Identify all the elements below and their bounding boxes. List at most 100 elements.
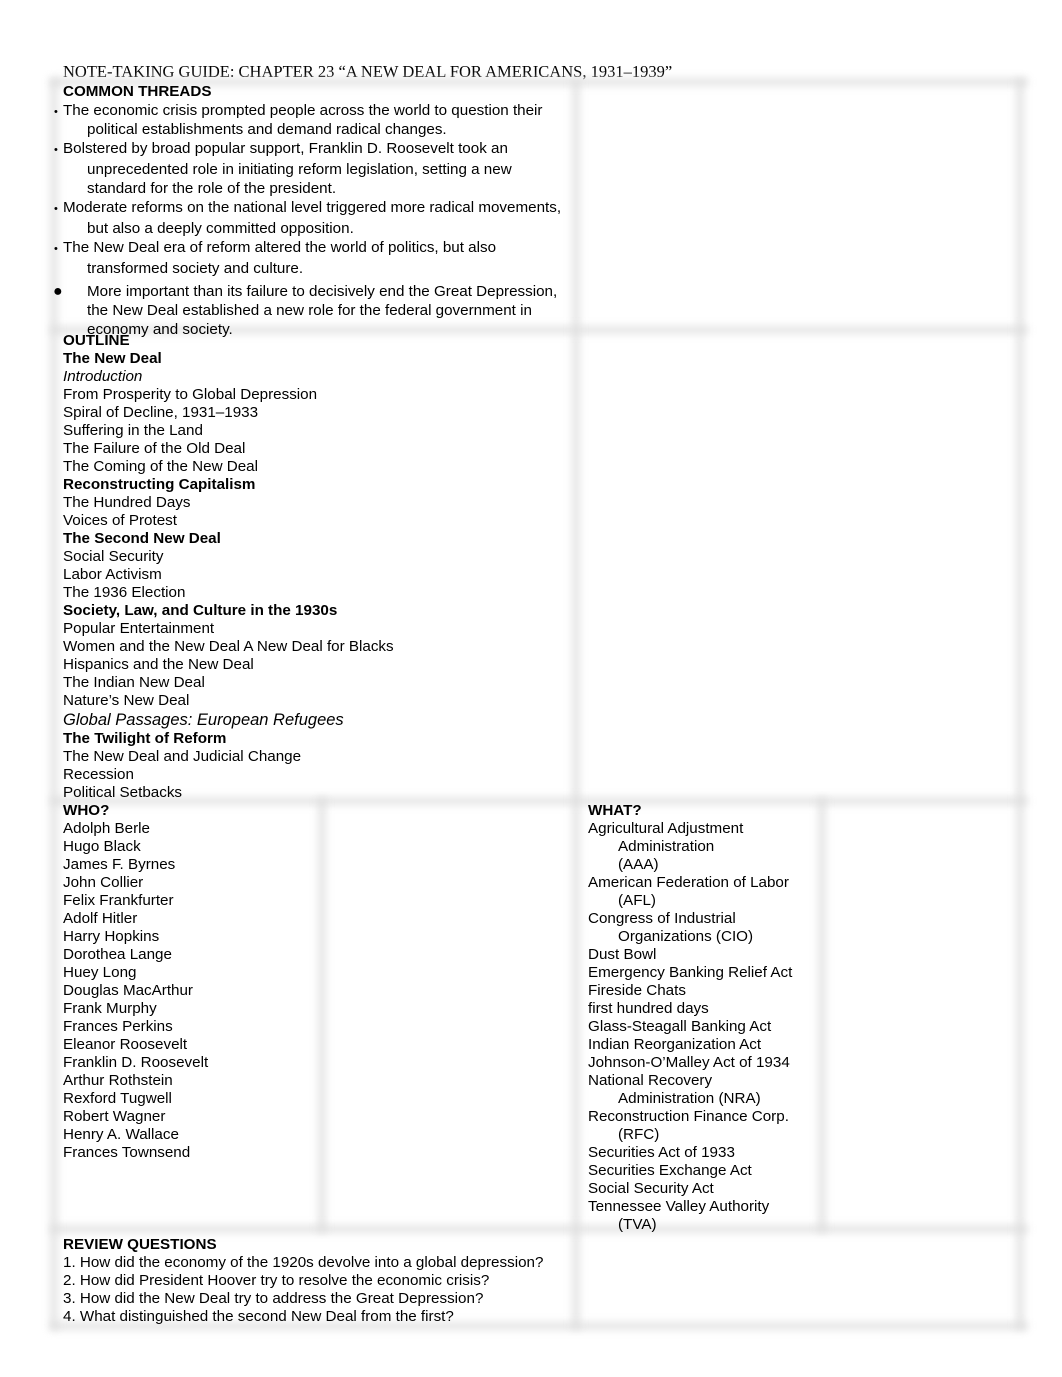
what-term-text: National Recovery	[588, 1072, 713, 1089]
what-term-item: Tennessee Valley Authority (TVA)	[588, 1198, 816, 1234]
outline-item: Labor Activism	[63, 566, 162, 583]
what-term-item: Fireside Chats	[588, 982, 816, 1000]
who-name-item: Frank Murphy	[63, 1000, 157, 1017]
what-term-item: Securities Exchange Act	[588, 1162, 816, 1180]
review-question: 4. What distinguished the second New Dea…	[63, 1308, 454, 1325]
outline-item: Women and the New Deal A New Deal for Bl…	[63, 638, 394, 655]
outline-item: Introduction	[63, 368, 143, 385]
outline-section-heading: The New Deal	[63, 350, 162, 367]
outline-section: OUTLINE The New Deal Introduction From Pro…	[63, 332, 568, 802]
what-term-continuation: (AFL)	[618, 892, 656, 909]
outline-item: Global Passages: European Refugees	[63, 711, 344, 729]
outline-item: The 1936 Election	[63, 584, 186, 601]
what-term-text: Social Security Act	[588, 1180, 714, 1197]
outline-item: The New Deal and Judicial Change	[63, 748, 302, 765]
what-term-continuation: (AAA)	[618, 856, 659, 873]
what-term-item: first hundred days	[588, 1000, 816, 1018]
outline-item: The Coming of the New Deal	[63, 458, 258, 475]
who-name-item: Frances Perkins	[63, 1018, 173, 1035]
what-term-text: Fireside Chats	[588, 982, 686, 999]
who-name-item: Adolf Hitler	[63, 910, 138, 927]
who-heading: WHO?	[63, 802, 110, 819]
outline-section-heading: The Second New Deal	[63, 530, 221, 547]
what-term-text: Johnson-O’Malley Act of 1934	[588, 1054, 790, 1071]
who-name-item: Franklin D. Roosevelt	[63, 1054, 209, 1071]
review-questions-heading: REVIEW QUESTIONS	[63, 1236, 217, 1253]
outline-section-heading: Reconstructing Capitalism	[63, 476, 256, 493]
grid-line-center	[572, 78, 580, 1330]
what-term-text: Glass-Steagall Banking Act	[588, 1018, 772, 1035]
grid-line-who-notes	[318, 797, 326, 1233]
outline-item: Voices of Protest	[63, 512, 177, 529]
who-name-item: James F. Byrnes	[63, 856, 176, 873]
outline-list: The New Deal Introduction From Prosperity …	[63, 350, 568, 802]
who-name-item: Eleanor Roosevelt	[63, 1036, 188, 1053]
who-name-item: Robert Wagner	[63, 1108, 166, 1125]
what-term-text: first hundred days	[588, 1000, 709, 1017]
what-term-item: Glass-Steagall Banking Act	[588, 1018, 816, 1036]
what-term-text: Agricultural Adjustment	[588, 820, 744, 837]
what-notes-area[interactable]	[832, 806, 1012, 1222]
review-question: 1. How did the economy of the 1920s devo…	[63, 1254, 544, 1271]
outline-item: Nature’s New Deal	[63, 692, 190, 709]
common-threads-section: COMMON THREADS •The economic crisis prom…	[53, 83, 568, 339]
review-notes-area[interactable]	[585, 1236, 1010, 1320]
what-term-item: Congress of Industrial Organizations (CIO…	[588, 910, 816, 946]
who-list: Adolph Berle Hugo Black James F. Byrnes Joh…	[63, 820, 313, 1162]
what-term-item: Johnson-O’Malley Act of 1934	[588, 1054, 816, 1072]
grid-line-what-notes	[818, 797, 826, 1233]
who-name-item: Douglas MacArthur	[63, 982, 193, 999]
outline-heading: OUTLINE	[63, 332, 130, 349]
review-question: 2. How did President Hoover try to resol…	[63, 1272, 490, 1289]
who-section: WHO? Adolph Berle Hugo Black James F. Byrn…	[63, 802, 313, 1162]
outline-section-heading: The Twilight of Reform	[63, 730, 227, 747]
outline-notes-area[interactable]	[585, 336, 1010, 794]
review-questions-list: 1. How did the economy of the 1920s devo…	[63, 1254, 568, 1326]
who-name-item: Hugo Black	[63, 838, 141, 855]
who-name-item: Huey Long	[63, 964, 137, 981]
what-list: Agricultural Adjustment Administration (AA…	[588, 820, 816, 1234]
list-item: ●More important than its failure to deci…	[53, 283, 558, 338]
grid-line-right	[1016, 78, 1024, 1330]
what-term-text: Securities Act of 1933	[588, 1144, 735, 1161]
what-term-item: Dust Bowl	[588, 946, 816, 964]
review-question: 3. How did the New Deal try to address t…	[63, 1290, 484, 1307]
who-name-item: Arthur Rothstein	[63, 1072, 173, 1089]
outline-item: Popular Entertainment	[63, 620, 215, 637]
what-term-text: Tennessee Valley Authority	[588, 1198, 770, 1215]
who-name-item: Felix Frankfurter	[63, 892, 174, 909]
what-term-item: Emergency Banking Relief Act	[588, 964, 816, 982]
what-term-continuation: (RFC)	[618, 1126, 660, 1143]
grid-line-after-who-what	[50, 1225, 1028, 1233]
outline-item: Recession	[63, 766, 134, 783]
what-term-continuation: Organizations (CIO)	[618, 928, 754, 945]
what-term-item: Agricultural Adjustment Administration (AA…	[588, 820, 816, 874]
what-term-text: Reconstruction Finance Corp.	[588, 1108, 789, 1125]
what-term-item: Indian Reorganization Act	[588, 1036, 816, 1054]
list-item: •Moderate reforms on the national level …	[54, 199, 562, 237]
who-name-item: John Collier	[63, 874, 144, 891]
what-term-item: Reconstruction Finance Corp. (RFC)	[588, 1108, 816, 1144]
outline-item: From Prosperity to Global Depression	[63, 386, 318, 403]
who-notes-area[interactable]	[332, 806, 567, 1222]
what-term-text: Emergency Banking Relief Act	[588, 964, 793, 981]
review-questions-section: REVIEW QUESTIONS 1. How did the economy …	[63, 1236, 568, 1326]
what-heading: WHAT?	[588, 802, 642, 819]
list-item: •Bolstered by broad popular support, Fra…	[54, 140, 512, 197]
outline-item: The Failure of the Old Deal	[63, 440, 246, 457]
what-term-continuation: Administration (NRA)	[618, 1090, 761, 1107]
what-term-item: National Recovery Administration (NRA)	[588, 1072, 816, 1108]
who-name-item: Henry A. Wallace	[63, 1126, 179, 1143]
common-threads-notes-area[interactable]	[585, 88, 1010, 324]
what-term-text: Securities Exchange Act	[588, 1162, 752, 1179]
common-threads-list: •The economic crisis prompted people acr…	[53, 102, 568, 339]
outline-item: Suffering in the Land	[63, 422, 203, 439]
who-name-item: Rexford Tugwell	[63, 1090, 172, 1107]
outline-item: Hispanics and the New Deal	[63, 656, 254, 673]
who-name-item: Adolph Berle	[63, 820, 150, 837]
what-term-text: Dust Bowl	[588, 946, 657, 963]
grid-line-left	[50, 78, 58, 1330]
what-term-text: Congress of Industrial	[588, 910, 736, 927]
outline-section-heading: Society, Law, and Culture in the 1930s	[63, 602, 338, 619]
common-threads-heading: COMMON THREADS	[63, 83, 212, 100]
